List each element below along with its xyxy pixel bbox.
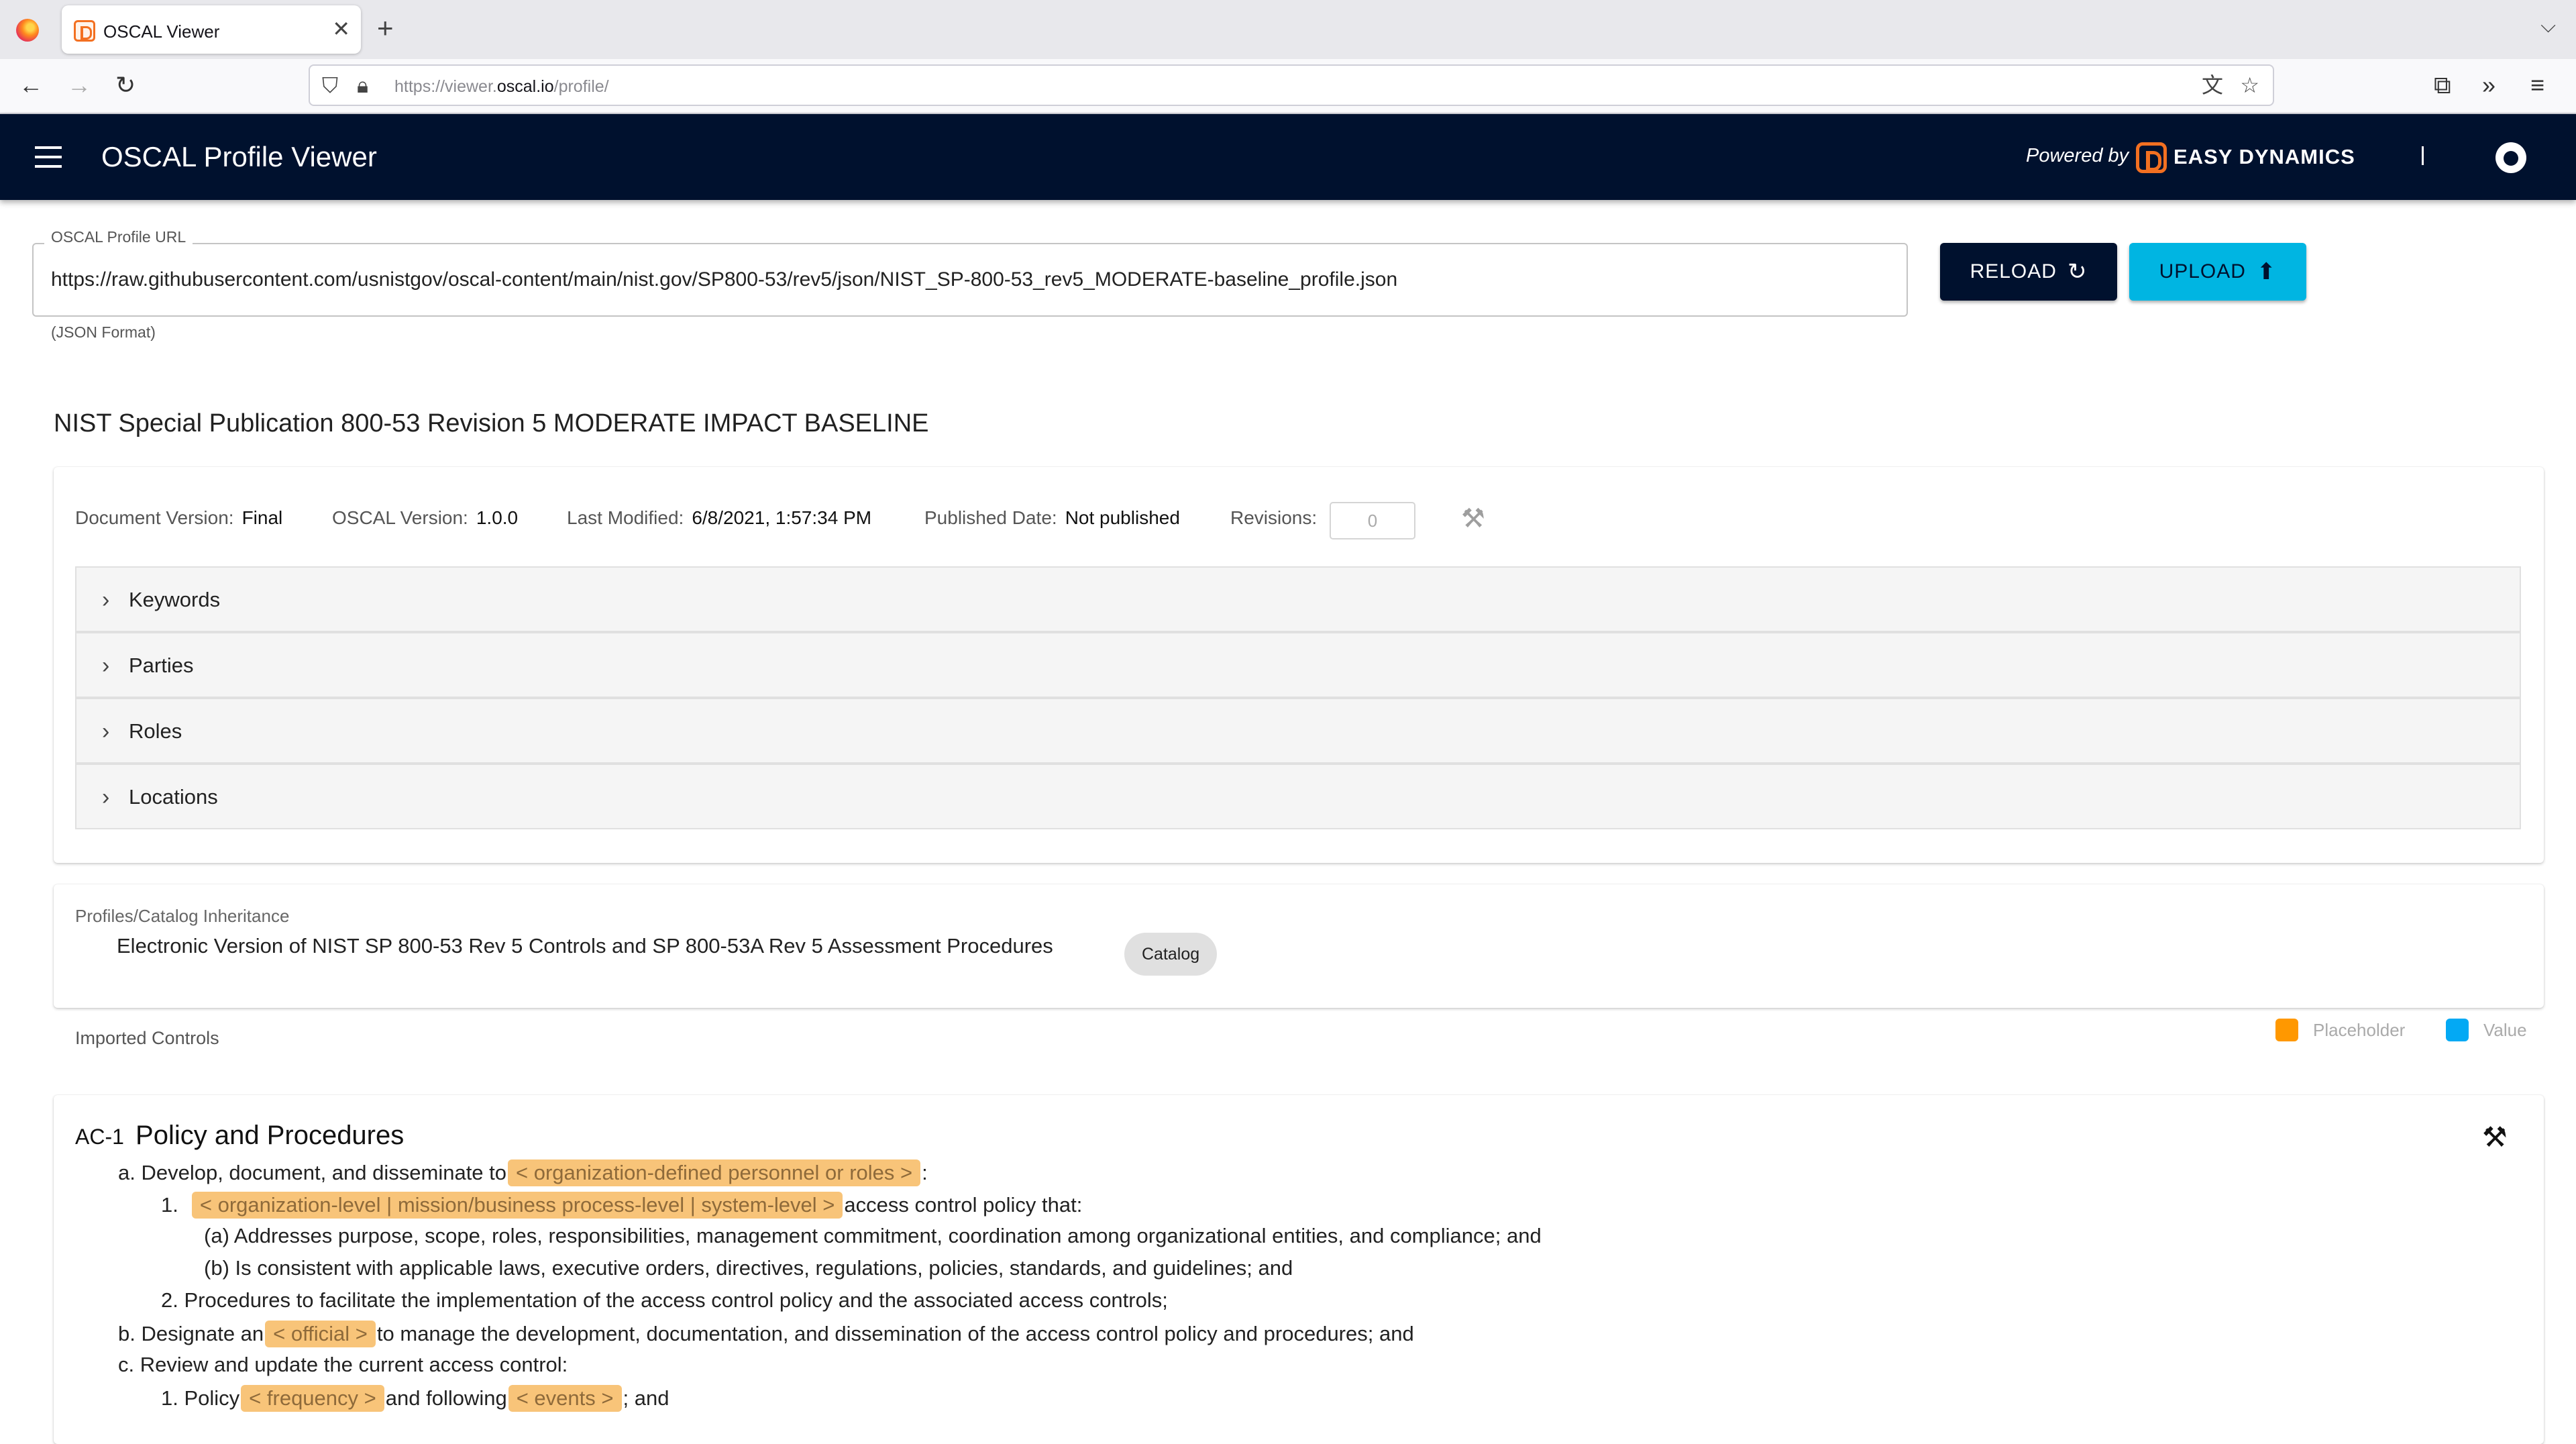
statement-c: c. Review and update the current access …: [118, 1353, 568, 1376]
extensions-icon[interactable]: ⧉: [2434, 68, 2451, 102]
document-version: Document Version: Final: [75, 507, 283, 528]
lock-icon[interactable]: 🔒︎: [357, 71, 368, 99]
oscal-version: OSCAL Version: 1.0.0: [332, 507, 519, 528]
back-arrow-icon[interactable]: ←: [19, 68, 43, 102]
param-placeholder[interactable]: < events >: [508, 1385, 622, 1412]
reload-page-icon[interactable]: ↻: [115, 68, 136, 102]
inheritance-card: Profiles/Catalog Inheritance Electronic …: [54, 884, 2544, 1008]
accordion-label: Locations: [129, 785, 218, 809]
app-header: OSCAL Profile Viewer Powered by EASY DYN…: [0, 114, 2576, 200]
document-title: NIST Special Publication 800-53 Revision…: [54, 409, 929, 437]
oscal-favicon-icon: [74, 20, 95, 42]
accordion-locations[interactable]: › Locations: [75, 764, 2521, 829]
profile-url-helper: (JSON Format): [51, 323, 156, 341]
accordion-label: Keywords: [129, 588, 221, 611]
metadata-card: Document Version: Final OSCAL Version: 1.0…: [54, 467, 2544, 863]
browser-nav-bar: ← → ↻ ⛉ 🔒︎ https://viewer.oscal.io/profi…: [0, 59, 2576, 114]
param-placeholder[interactable]: < organization-level | mission/business …: [191, 1192, 843, 1219]
param-placeholder[interactable]: < frequency >: [241, 1385, 384, 1412]
bookmark-star-icon[interactable]: ☆: [2240, 71, 2259, 99]
legend-value-label: Value: [2483, 1019, 2527, 1040]
statement-b: b. Designate an < official > to manage t…: [118, 1321, 1414, 1347]
chevron-right-icon: ›: [102, 784, 110, 810]
param-placeholder[interactable]: < official >: [265, 1321, 376, 1347]
translate-icon[interactable]: 文: [2202, 71, 2223, 99]
reload-button[interactable]: RELOAD ↻: [1940, 243, 2117, 301]
refresh-icon: ↻: [2067, 259, 2088, 285]
menu-icon[interactable]: ≡: [2530, 68, 2544, 102]
control-card: AC-1 Policy and Procedures ⚒ a. Develop,…: [54, 1095, 2544, 1444]
legend-placeholder: Placeholder: [2275, 1019, 2405, 1041]
inheritance-label: Profiles/Catalog Inheritance: [75, 906, 290, 926]
last-modified: Last Modified: 6/8/2021, 1:57:34 PM: [567, 507, 872, 528]
inherited-catalog-title: Electronic Version of NIST SP 800-53 Rev…: [117, 934, 1053, 958]
param-placeholder[interactable]: < organization-defined personnel or role…: [508, 1159, 921, 1186]
tab-title: OSCAL Viewer: [103, 21, 220, 42]
revisions-select[interactable]: 0: [1330, 502, 1415, 539]
browser-tab[interactable]: OSCAL Viewer ✕: [62, 5, 361, 54]
reload-label: RELOAD: [1970, 260, 2057, 282]
easy-dynamics-brand[interactable]: EASY DYNAMICS: [2174, 145, 2355, 169]
upload-arrow-icon: ⬆: [2256, 259, 2277, 285]
legend-value: Value: [2446, 1019, 2527, 1041]
tools-icon[interactable]: ⚒: [2482, 1121, 2508, 1153]
control-id: AC-1: [75, 1125, 124, 1149]
app-title: OSCAL Profile Viewer: [101, 141, 377, 172]
tools-icon[interactable]: ⚒: [1461, 503, 1485, 534]
chevron-right-icon: ›: [102, 587, 110, 613]
profile-url-label: OSCAL Profile URL: [44, 228, 193, 246]
url-text[interactable]: https://viewer.oscal.io/profile/: [394, 77, 609, 97]
statement-a1b: (b) Is consistent with applicable laws, …: [204, 1256, 1293, 1280]
forward-arrow-icon[interactable]: →: [67, 68, 91, 102]
hamburger-menu-icon[interactable]: [35, 146, 62, 168]
accordion-parties[interactable]: › Parties: [75, 632, 2521, 698]
control-name: Policy and Procedures: [136, 1121, 405, 1150]
powered-by-text: Powered by: [2026, 145, 2129, 166]
address-bar[interactable]: ⛉ 🔒︎ https://viewer.oscal.io/profile/ 文 …: [309, 64, 2274, 106]
statement-a1: 1. < organization-level | mission/busine…: [161, 1192, 1082, 1219]
statement-a: a. Develop, document, and disseminate to…: [118, 1159, 928, 1186]
accordion-label: Roles: [129, 719, 182, 743]
profile-url-input[interactable]: https://raw.githubusercontent.com/usnist…: [32, 243, 1908, 317]
firefox-icon[interactable]: [16, 19, 39, 42]
close-tab-icon[interactable]: ✕: [332, 17, 350, 40]
published-date: Published Date: Not published: [924, 507, 1180, 528]
statement-a1a: (a) Addresses purpose, scope, roles, res…: [204, 1224, 1542, 1247]
github-icon[interactable]: [2496, 142, 2526, 173]
upload-button[interactable]: UPLOAD ⬆: [2129, 243, 2306, 301]
profile-url-value[interactable]: https://raw.githubusercontent.com/usnist…: [51, 268, 1397, 291]
new-tab-icon[interactable]: +: [377, 12, 394, 44]
easy-dynamics-logo-icon[interactable]: [2136, 142, 2167, 173]
legend-placeholder-label: Placeholder: [2313, 1019, 2406, 1040]
chevron-right-icon: ›: [102, 653, 110, 678]
shield-icon[interactable]: ⛉: [322, 71, 338, 99]
browser-tab-bar: OSCAL Viewer ✕ + ⌵: [0, 0, 2576, 59]
accordion-keywords[interactable]: › Keywords: [75, 566, 2521, 632]
upload-label: UPLOAD: [2159, 260, 2246, 282]
statement-c1: 1. Policy < frequency > and following < …: [161, 1385, 669, 1412]
accordion-roles[interactable]: › Roles: [75, 698, 2521, 764]
statement-a2: 2. Procedures to facilitate the implemen…: [161, 1288, 1168, 1312]
header-divider: [2422, 146, 2424, 165]
placeholder-swatch: [2275, 1019, 2298, 1041]
chevron-right-icon: ›: [102, 719, 110, 744]
accordion-label: Parties: [129, 654, 194, 677]
revisions-label: Revisions:: [1230, 507, 1318, 528]
imported-controls-label: Imported Controls: [75, 1028, 219, 1048]
control-title: AC-1 Policy and Procedures: [75, 1121, 404, 1151]
list-tabs-chevron-down-icon[interactable]: ⌵: [2540, 15, 2556, 38]
overflow-chevron-icon[interactable]: »: [2482, 68, 2496, 102]
value-swatch: [2446, 1019, 2469, 1041]
catalog-chip[interactable]: Catalog: [1124, 933, 1218, 976]
